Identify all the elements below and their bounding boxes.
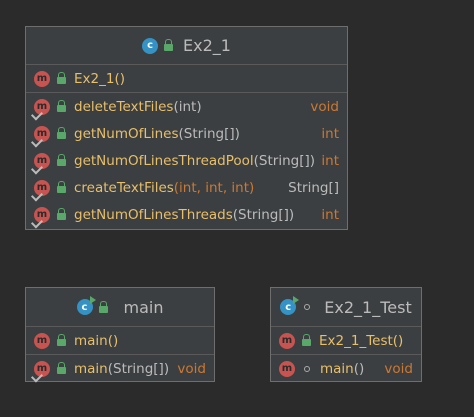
pin-icon [30, 161, 44, 175]
pin-icon [30, 215, 44, 229]
method-return-type: int [321, 125, 339, 142]
runnable-icon [293, 296, 300, 304]
methods-section: m deleteTextFiles (int) void m getNumOfL… [26, 93, 347, 229]
method-row[interactable]: m getNumOfLines (String[]) int [26, 120, 347, 148]
method-name: createTextFiles [74, 179, 174, 196]
constructor-row[interactable]: m Ex2_1_Test() [271, 327, 421, 354]
pin-icon [30, 188, 44, 202]
package-private-icon [304, 365, 310, 372]
public-lock-icon [57, 208, 66, 220]
method-name: getNumOfLinesThreads [74, 206, 233, 223]
method-name: main [74, 360, 108, 377]
class-box-ex2-1[interactable]: c Ex2_1 m Ex2_1() m deleteTextFiles (int… [25, 26, 348, 230]
class-box-ex2-1-test[interactable]: c Ex2_1_Test m Ex2_1_Test() m main () vo… [270, 287, 422, 382]
method-icon: m [34, 70, 50, 87]
method-return-type: int [321, 206, 339, 223]
public-lock-icon [57, 362, 66, 374]
method-name: deleteTextFiles [74, 98, 174, 115]
class-header: c Ex2_1_Test [271, 288, 421, 327]
method-params: (int) [173, 98, 202, 115]
method-row[interactable]: m createTextFiles (int, int, int) String… [26, 174, 347, 202]
constructor-section: m main() [26, 327, 214, 355]
method-icon: m [30, 98, 50, 121]
constructor-section: m Ex2_1() [26, 65, 347, 93]
public-lock-icon [57, 181, 66, 193]
public-lock-icon [57, 334, 66, 346]
method-icon: m [279, 360, 295, 377]
method-icon: m [30, 206, 50, 229]
method-return-type: void [177, 360, 206, 377]
method-return-type: int [321, 152, 339, 169]
constructor-row[interactable]: m main() [26, 327, 214, 354]
public-lock-icon [57, 154, 66, 166]
method-return-type: void [384, 360, 413, 377]
public-lock-icon [164, 39, 174, 51]
methods-section: m main () void [271, 355, 421, 382]
pin-icon [30, 369, 44, 383]
class-icon: c [280, 296, 300, 315]
method-icon: m [30, 152, 50, 175]
class-icon: c [76, 296, 96, 315]
runnable-icon [89, 296, 96, 304]
class-header: c main [26, 288, 214, 327]
method-name: getNumOfLines [74, 125, 179, 142]
constructor-name: Ex2_1() [74, 70, 125, 87]
method-params: (int, int, int) [173, 179, 255, 196]
constructor-row[interactable]: m Ex2_1() [26, 65, 347, 92]
class-name: Ex2_1 [183, 36, 231, 55]
method-row[interactable]: m getNumOfLinesThreads (String[]) int [26, 201, 347, 229]
class-name: Ex2_1_Test [324, 297, 412, 317]
method-params: (String[]) [253, 152, 316, 169]
public-lock-icon [302, 334, 311, 346]
constructor-name: main() [74, 332, 119, 349]
method-name: main [320, 360, 354, 377]
method-row[interactable]: m main (String[]) void [26, 355, 214, 383]
method-icon: m [34, 332, 50, 349]
constructor-name: Ex2_1_Test() [319, 332, 404, 349]
method-row[interactable]: m getNumOfLinesThreadPool (String[]) int [26, 147, 347, 175]
pin-icon [30, 134, 44, 148]
method-params: (String[]) [107, 360, 170, 377]
class-name: main [123, 297, 164, 317]
method-icon: m [279, 332, 295, 349]
method-icon: m [30, 125, 50, 148]
public-lock-icon [57, 127, 66, 139]
public-lock-icon [98, 300, 108, 313]
constructor-section: m Ex2_1_Test() [271, 327, 421, 355]
method-params: (String[]) [232, 206, 295, 223]
class-icon: c [142, 37, 159, 54]
method-params: () [353, 360, 365, 377]
class-box-main[interactable]: c main m main() m main (String[]) void [25, 287, 215, 383]
method-params: (String[]) [178, 125, 240, 142]
public-lock-icon [57, 72, 66, 84]
class-header: c Ex2_1 [26, 27, 347, 65]
method-icon: m [30, 179, 50, 202]
method-name: getNumOfLinesThreadPool [74, 152, 254, 169]
method-return-type: String[] [288, 179, 339, 196]
method-row[interactable]: m main () void [271, 355, 421, 382]
public-lock-icon [57, 100, 66, 112]
method-icon: m [30, 360, 50, 383]
pin-icon [30, 107, 44, 121]
methods-section: m main (String[]) void [26, 355, 214, 383]
package-private-icon [304, 304, 311, 310]
method-row[interactable]: m deleteTextFiles (int) void [26, 93, 347, 121]
method-return-type: void [310, 98, 339, 115]
